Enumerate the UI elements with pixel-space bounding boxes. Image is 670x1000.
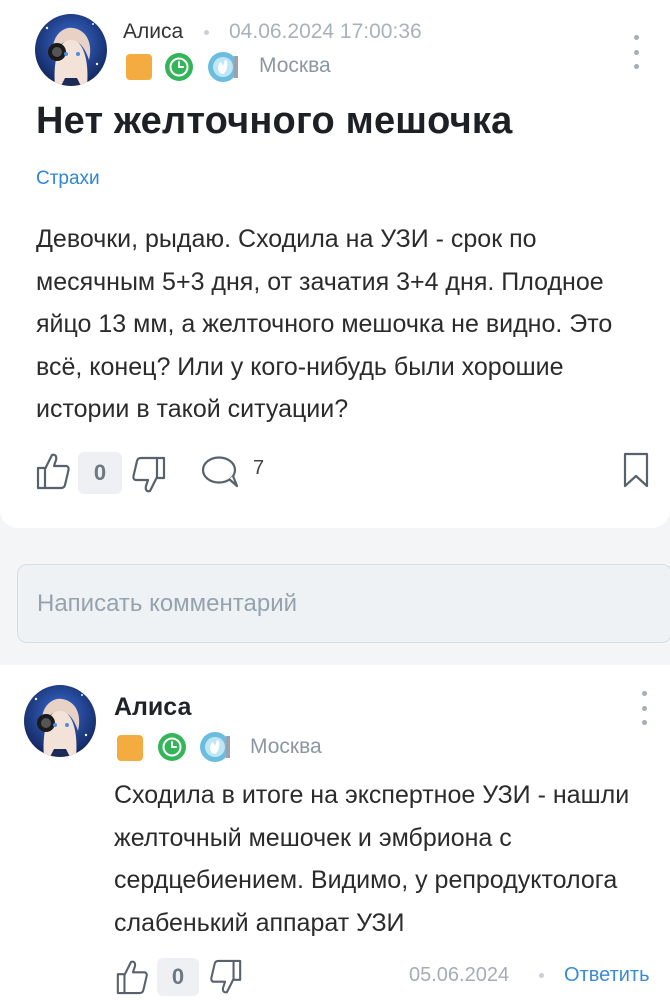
thumb-down-icon[interactable] — [131, 455, 167, 495]
comment-score: 0 — [157, 958, 199, 996]
comment-author-name[interactable]: Алиса — [114, 693, 191, 722]
comment-menu-kebab-icon[interactable] — [634, 691, 654, 725]
separator-dot — [539, 973, 544, 978]
comment-thumb-up-icon[interactable] — [115, 958, 149, 996]
comment-body-text: Сходила в итоге на экспертное УЗИ - нашл… — [114, 781, 630, 937]
clock-badge-icon — [165, 53, 193, 81]
post-score: 0 — [78, 452, 122, 494]
post-author-city: Москва — [259, 54, 331, 77]
comment-author-avatar[interactable] — [24, 685, 96, 757]
separator-dot — [204, 30, 209, 35]
post-author-avatar[interactable] — [35, 14, 107, 86]
hand-badge-icon — [199, 731, 231, 763]
badge-square-icon — [117, 735, 143, 761]
comment-input[interactable]: Написать комментарий — [17, 564, 670, 643]
badge-square-icon — [126, 54, 152, 80]
hand-badge-icon — [207, 51, 239, 83]
comment-icon[interactable] — [200, 455, 240, 489]
post-title: Нет желточного мешочка — [36, 100, 513, 142]
post-comments-count[interactable]: 7 — [253, 457, 264, 480]
clock-badge-icon — [158, 733, 186, 761]
post-category-link[interactable]: Страхи — [36, 168, 100, 190]
post-author-name[interactable]: Алиса — [123, 20, 183, 44]
bookmark-icon[interactable] — [622, 452, 650, 488]
comment-date: 05.06.2024 — [409, 964, 510, 986]
reply-link[interactable]: Ответить — [564, 964, 650, 987]
thumb-up-icon[interactable] — [35, 451, 71, 491]
post-menu-kebab-icon[interactable] — [626, 35, 646, 69]
post-timestamp: 04.06.2024 17:00:36 — [229, 20, 422, 43]
post-body-text: Девочки, рыдаю. Сходила на УЗИ - срок по… — [36, 225, 613, 423]
comment-thumb-down-icon[interactable] — [209, 958, 243, 996]
comment-author-city: Москва — [250, 735, 322, 758]
